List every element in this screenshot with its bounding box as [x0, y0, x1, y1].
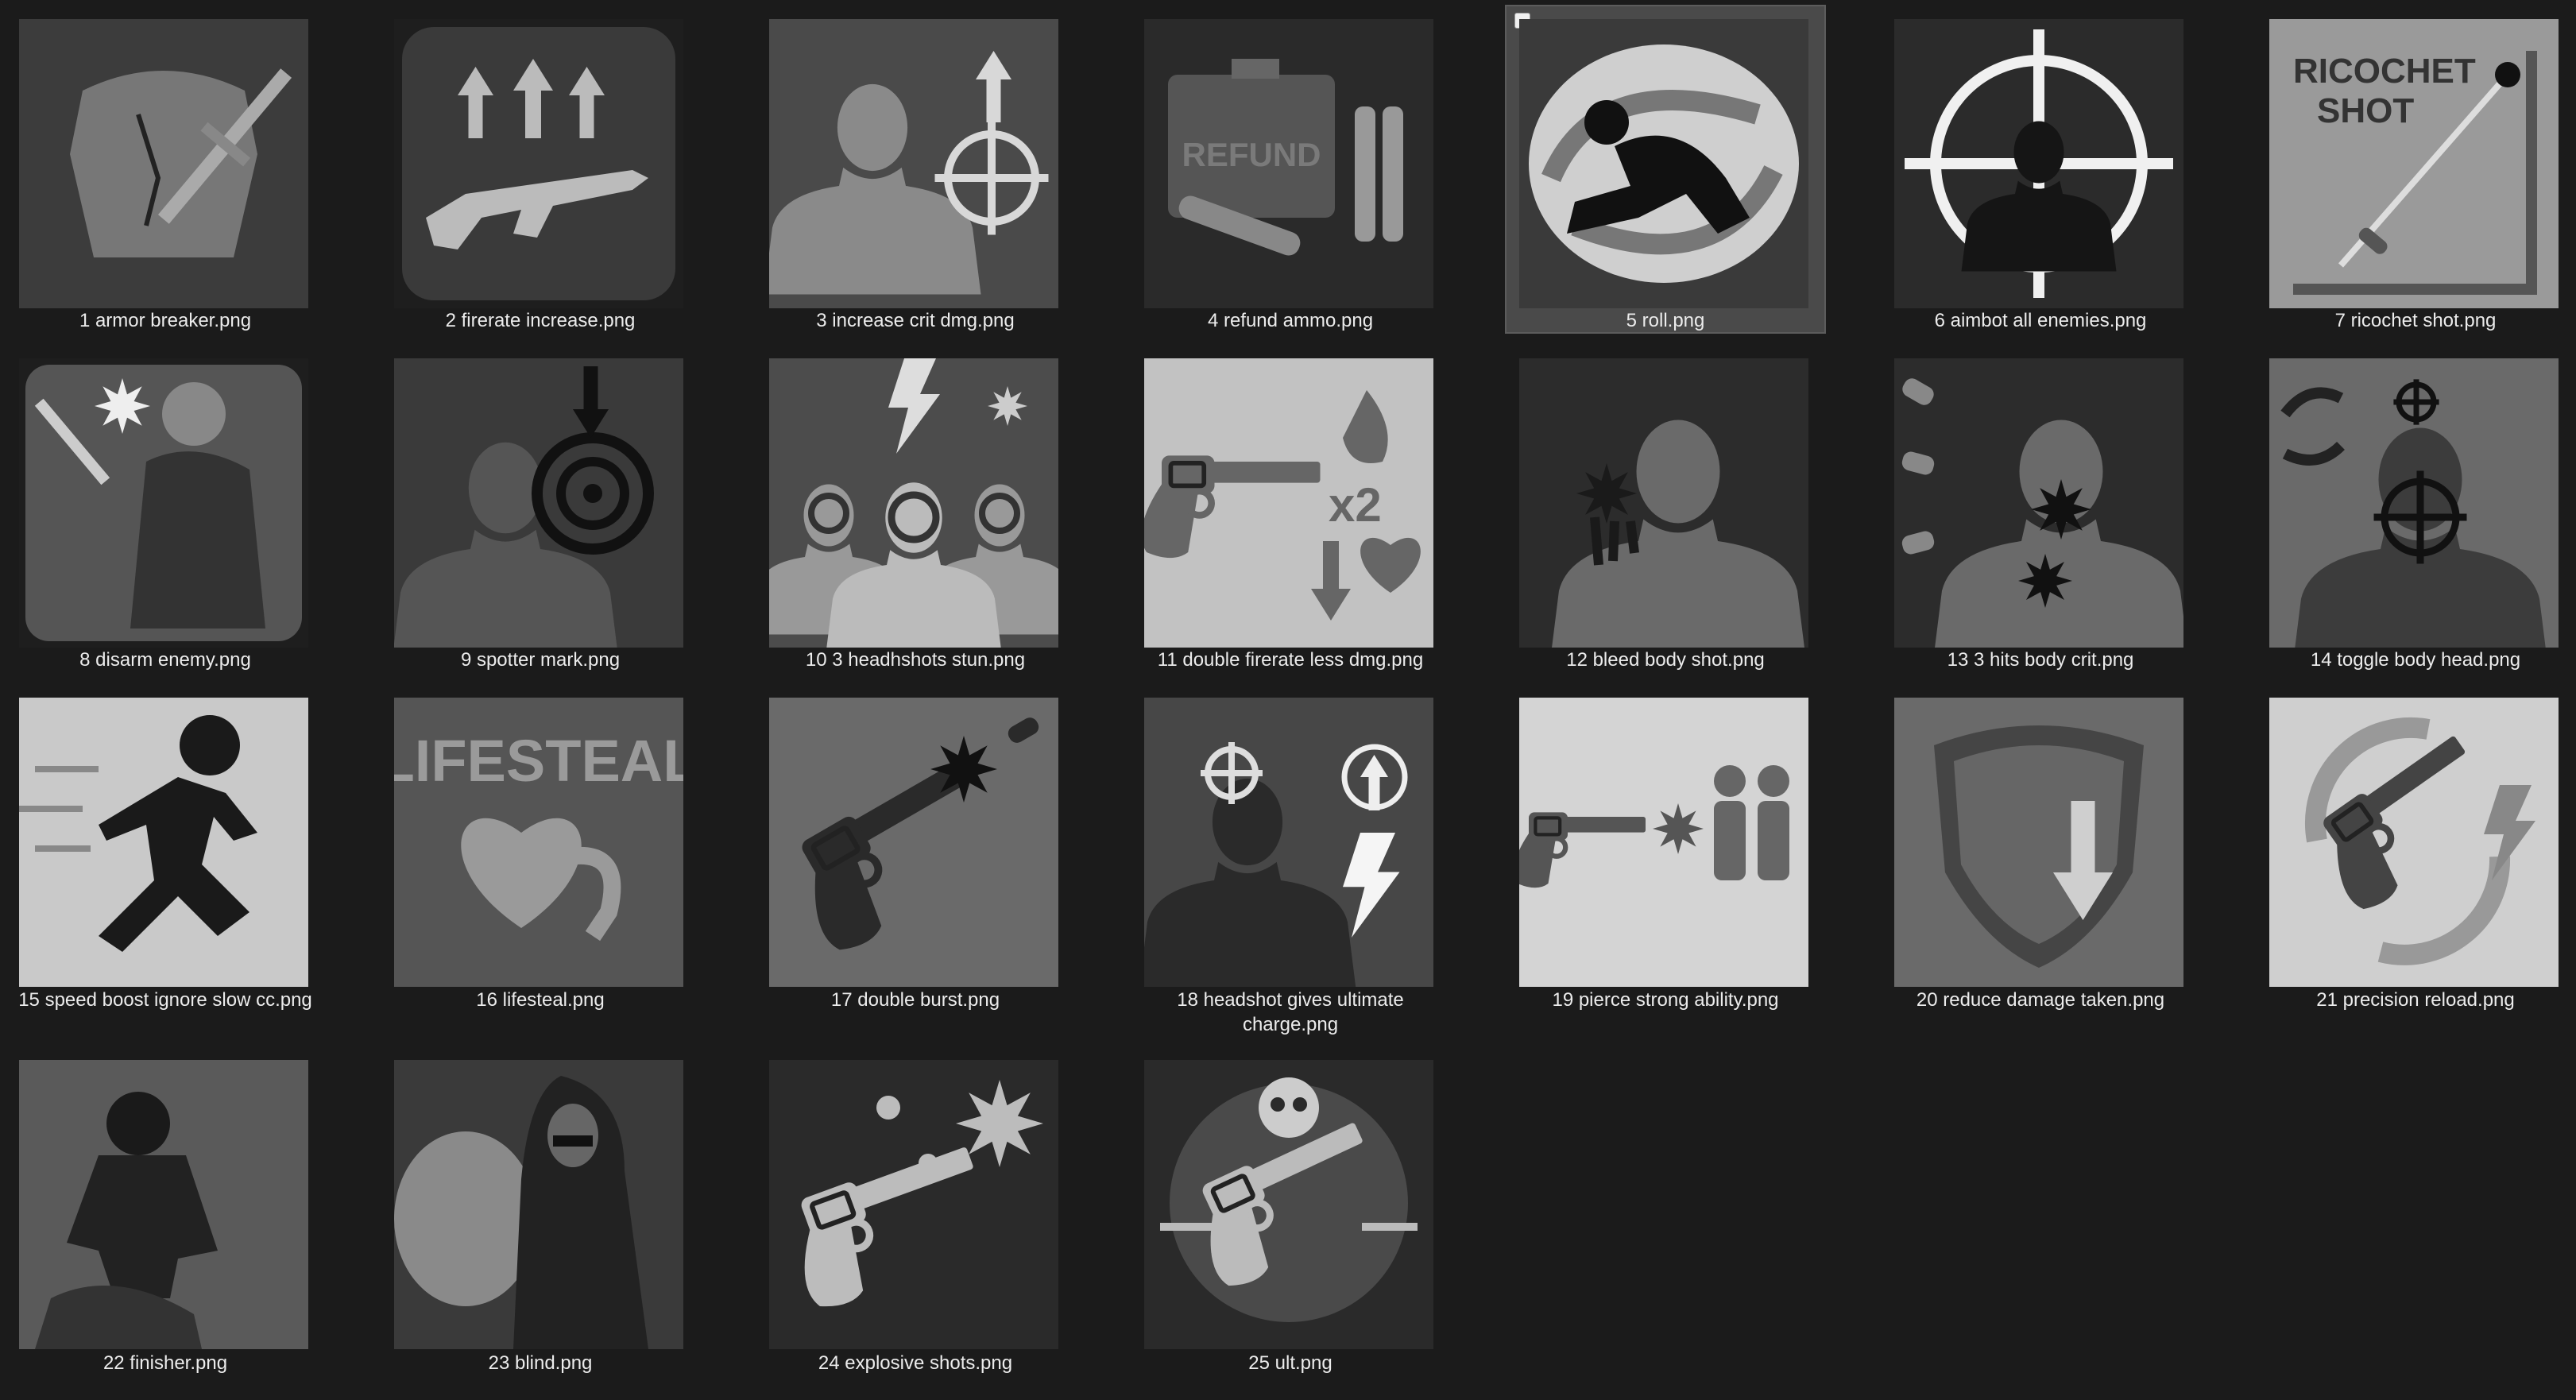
double-burst-icon [769, 698, 1058, 987]
roll-icon [1519, 19, 1808, 308]
file-name-label: 22 finisher.png [102, 1352, 228, 1374]
file-name-label: 20 reduce damage taken.png [1916, 989, 2165, 1011]
double-firerate-icon: x2 [1144, 358, 1433, 648]
bleed-body-shot-icon [1519, 358, 1808, 648]
file-name-label: 15 speed boost ignore slow cc.png [18, 989, 312, 1011]
file-tile[interactable]: 5 roll.png [1505, 5, 1826, 334]
file-tile[interactable]: 24 explosive shots.png [756, 1047, 1074, 1374]
file-tile[interactable]: 23 blind.png [381, 1047, 699, 1374]
finisher-icon [19, 1060, 308, 1349]
file-tile[interactable]: 22 finisher.png [6, 1047, 324, 1374]
file-name-label: 1 armor breaker.png [79, 310, 252, 331]
pierce-icon [1519, 698, 1808, 987]
file-name-label: 7 ricochet shot.png [2334, 310, 2497, 331]
reduce-damage-icon [1894, 698, 2183, 987]
file-grid: 1 armor breaker.png 2 firerate increase.… [0, 0, 2576, 1400]
file-tile[interactable]: 15 speed boost ignore slow cc.png [6, 685, 324, 1011]
file-tile[interactable]: 9 spotter mark.png [381, 346, 699, 671]
file-tile[interactable]: 17 double burst.png [756, 685, 1074, 1011]
armor-breaker-icon [19, 19, 308, 308]
increase-crit-dmg-icon [769, 19, 1058, 308]
lifesteal-text: LIFESTEAL [394, 728, 683, 794]
file-name-label: 6 aimbot all enemies.png [1934, 310, 2147, 331]
x2-text: x2 [1329, 478, 1382, 532]
lifesteal-icon: LIFESTEAL [394, 698, 683, 987]
headshots-stun-icon [769, 358, 1058, 648]
file-name-label: 12 bleed body shot.png [1566, 649, 1765, 671]
file-tile[interactable]: 19 pierce strong ability.png [1507, 685, 1824, 1011]
firerate-increase-icon [394, 19, 683, 308]
file-name-label: 4 refund ammo.png [1207, 310, 1374, 331]
aimbot-icon [1894, 19, 2183, 308]
file-name-label: 9 spotter mark.png [460, 649, 621, 671]
file-tile[interactable]: 12 bleed body shot.png [1507, 346, 1824, 671]
file-name-label: 13 3 hits body crit.png [1947, 649, 2134, 671]
disarm-enemy-icon [19, 358, 308, 648]
file-name-label: 3 increase crit dmg.png [816, 310, 1015, 331]
file-name-label: 24 explosive shots.png [818, 1352, 1013, 1374]
file-tile[interactable]: 20 reduce damage taken.png [1882, 685, 2199, 1011]
ricochet-shot-icon: RICOCHET SHOT [2269, 19, 2559, 308]
file-name-label: 21 precision reload.png [2316, 989, 2515, 1011]
file-name-label: 17 double burst.png [830, 989, 1000, 1011]
refund-text: REFUND [1182, 136, 1321, 173]
file-name-label: 2 firerate increase.png [445, 310, 636, 331]
file-tile[interactable]: 14 toggle body head.png [2257, 346, 2574, 671]
file-name-label: 14 toggle body head.png [2310, 649, 2521, 671]
file-tile[interactable]: 6 aimbot all enemies.png [1882, 6, 2199, 332]
speed-boost-icon [19, 698, 308, 987]
spotter-mark-icon [394, 358, 683, 648]
file-name-label: 16 lifesteal.png [476, 989, 605, 1011]
file-tile[interactable]: 13 3 hits body crit.png [1882, 346, 2199, 671]
file-tile[interactable]: 3 increase crit dmg.png [756, 6, 1074, 332]
file-name-label: 10 3 headhshots stun.png [805, 649, 1026, 671]
file-tile[interactable]: 10 3 headhshots stun.png [756, 346, 1074, 671]
explosive-shots-icon [769, 1060, 1058, 1349]
file-tile[interactable]: 2 firerate increase.png [381, 6, 699, 332]
file-name-label: 19 pierce strong ability.png [1552, 989, 1779, 1011]
file-name-label: 8 disarm enemy.png [79, 649, 251, 671]
file-tile[interactable]: RICOCHET SHOT 7 ricochet shot.png [2257, 6, 2574, 332]
file-tile[interactable]: 25 ult.png [1131, 1047, 1449, 1374]
file-tile[interactable]: 8 disarm enemy.png [6, 346, 324, 671]
file-name-label: 23 blind.png [488, 1352, 593, 1374]
toggle-body-head-icon [2269, 358, 2559, 648]
file-name-label: 5 roll.png [1626, 310, 1705, 331]
ultimate-charge-icon [1144, 698, 1433, 987]
file-tile[interactable]: 1 armor breaker.png [6, 6, 324, 332]
precision-reload-icon [2269, 698, 2559, 987]
file-name-label: 11 double firerate less dmg.png [1157, 649, 1424, 671]
ricochet-text-2: SHOT [2317, 91, 2414, 130]
file-name-label: 25 ult.png [1248, 1352, 1332, 1374]
ult-icon [1144, 1060, 1433, 1349]
body-crit-icon [1894, 358, 2183, 648]
file-tile[interactable]: LIFESTEAL 16 lifesteal.png [381, 685, 699, 1011]
file-name-label: 18 headshot gives ultimate charge.png [1177, 989, 1404, 1035]
file-tile[interactable]: x2 11 double firerate less dmg.png [1131, 346, 1449, 671]
ricochet-text-1: RICOCHET [2293, 52, 2476, 91]
file-tile[interactable]: 21 precision reload.png [2257, 685, 2574, 1011]
refund-ammo-icon: REFUND [1144, 19, 1433, 308]
blind-icon [394, 1060, 683, 1349]
file-tile[interactable]: 18 headshot gives ultimate charge.png [1131, 685, 1449, 1035]
file-tile[interactable]: REFUND 4 refund ammo.png [1131, 6, 1449, 332]
